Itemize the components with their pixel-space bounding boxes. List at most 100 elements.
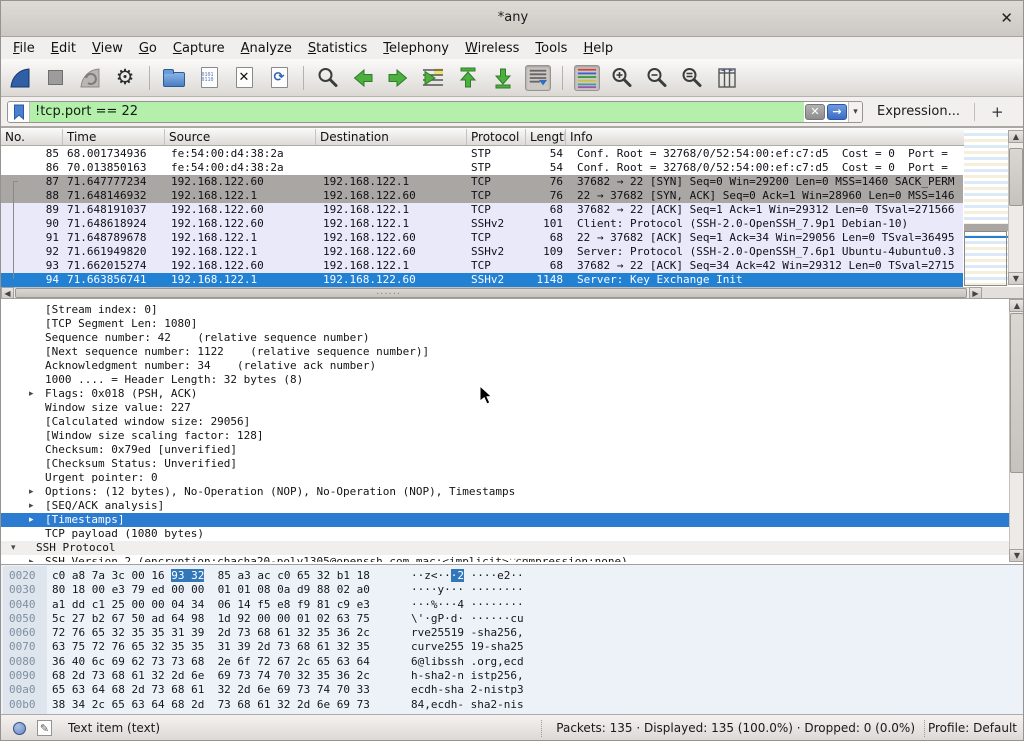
capture-comment-icon[interactable]: ✎ xyxy=(37,720,52,736)
detail-line[interactable]: Checksum: 0x79ed [unverified] xyxy=(1,443,1024,457)
menu-telephony[interactable]: Telephony xyxy=(375,39,457,58)
packet-list-vthumb[interactable] xyxy=(1009,148,1023,206)
go-to-packet-icon[interactable] xyxy=(420,65,446,91)
save-file-icon[interactable]: 0101 0110 xyxy=(196,65,222,91)
detail-line[interactable]: Sequence number: 42 (relative sequence n… xyxy=(1,331,1024,345)
packet-row[interactable]: 9071.648618924192.168.122.60192.168.122.… xyxy=(1,217,963,231)
first-packet-icon[interactable] xyxy=(455,65,481,91)
detail-line[interactable]: [TCP Segment Len: 1080] xyxy=(1,317,1024,331)
menu-file[interactable]: File xyxy=(5,39,43,58)
find-packet-icon[interactable] xyxy=(315,65,341,91)
close-file-icon[interactable]: ✕ xyxy=(231,65,257,91)
scroll-up-icon[interactable]: ▲ xyxy=(1008,130,1024,143)
detail-line[interactable]: [Checksum Status: Unverified] xyxy=(1,457,1024,471)
detail-line[interactable]: [Calculated window size: 29056] xyxy=(1,415,1024,429)
detail-line[interactable]: Acknowledgment number: 34 (relative ack … xyxy=(1,359,1024,373)
detail-line[interactable]: Window size value: 227 xyxy=(1,401,1024,415)
packet-row-selected[interactable]: 9471.663856741192.168.122.1192.168.122.6… xyxy=(1,273,963,287)
packet-row[interactable]: 8670.013850163fe:54:00:d4:38:2aSTP54Conf… xyxy=(1,161,963,175)
filter-input[interactable] xyxy=(30,102,804,122)
zoom-100-icon[interactable] xyxy=(679,65,705,91)
last-packet-icon[interactable] xyxy=(490,65,516,91)
reload-file-icon[interactable]: ⟳ xyxy=(266,65,292,91)
detail-line-seqack[interactable]: ▸[SEQ/ACK analysis] xyxy=(1,499,1024,513)
next-packet-icon[interactable] xyxy=(385,65,411,91)
packet-list-header: No. Time Source Destination Protocol Len… xyxy=(1,128,1024,146)
packet-row[interactable]: 8971.648191037192.168.122.60192.168.122.… xyxy=(1,203,963,217)
detail-line[interactable]: Urgent pointer: 0 xyxy=(1,471,1024,485)
colorize-packets-icon[interactable] xyxy=(574,65,600,91)
menu-tools[interactable]: Tools xyxy=(527,39,575,58)
details-vthumb[interactable] xyxy=(1010,313,1024,473)
menu-analyze[interactable]: Analyze xyxy=(233,39,300,58)
detail-line[interactable]: [Window size scaling factor: 128] xyxy=(1,429,1024,443)
hex-row[interactable]: 008036 40 6c 69 62 73 73 68 2e 6f 72 67 … xyxy=(1,655,1024,669)
packet-row[interactable]: 8771.647777234192.168.122.60192.168.122.… xyxy=(1,175,963,189)
detail-line-timestamps-selected[interactable]: ▸[Timestamps] xyxy=(1,513,1024,527)
col-time[interactable]: Time xyxy=(63,129,165,145)
detail-line[interactable]: [Next sequence number: 1122 (relative se… xyxy=(1,345,1024,359)
stop-capture-icon[interactable] xyxy=(42,65,68,91)
auto-scroll-icon[interactable] xyxy=(525,65,551,91)
menu-wireless[interactable]: Wireless xyxy=(457,39,527,58)
hex-row[interactable]: 00a065 63 64 68 2d 73 68 61 32 2d 6e 69 … xyxy=(1,683,1024,697)
resize-columns-icon[interactable] xyxy=(714,65,740,91)
packet-row[interactable]: 9271.661949820192.168.122.1192.168.122.6… xyxy=(1,245,963,259)
add-filter-button[interactable]: + xyxy=(985,103,1010,121)
col-source[interactable]: Source xyxy=(165,129,316,145)
detail-line[interactable]: 1000 .... = Header Length: 32 bytes (8) xyxy=(1,373,1024,387)
zoom-out-icon[interactable] xyxy=(644,65,670,91)
detail-line[interactable]: TCP payload (1080 bytes) xyxy=(1,527,1024,541)
col-no[interactable]: No. xyxy=(1,129,63,145)
scroll-up-icon[interactable]: ▲ xyxy=(1009,299,1024,312)
scroll-down-icon[interactable]: ▼ xyxy=(1008,272,1024,285)
expression-button[interactable]: Expression... xyxy=(877,104,960,119)
packet-row[interactable]: 9171.648789678192.168.122.1192.168.122.6… xyxy=(1,231,963,245)
detail-line-flags[interactable]: ▸Flags: 0x018 (PSH, ACK) xyxy=(1,387,1024,401)
hex-row[interactable]: 0020c0 a8 7a 3c 00 16 93 32 85 a3 ac c0 … xyxy=(1,569,1024,583)
pane-splitter-grip[interactable]: ······ xyxy=(509,559,534,563)
hex-row[interactable]: 003080 18 00 e3 79 ed 00 00 01 01 08 0a … xyxy=(1,583,1024,597)
scroll-down-icon[interactable]: ▼ xyxy=(1009,549,1024,562)
restart-capture-icon[interactable] xyxy=(77,65,103,91)
packet-details-pane: [Stream index: 0] [TCP Segment Len: 1080… xyxy=(1,298,1024,562)
menu-go[interactable]: Go xyxy=(131,39,165,58)
filter-bookmark-icon[interactable] xyxy=(8,102,30,122)
main-toolbar: ⚙ 0101 0110 ✕ ⟳ xyxy=(1,59,1024,97)
zoom-in-icon[interactable] xyxy=(609,65,635,91)
hex-row[interactable]: 00505c 27 b2 67 50 ad 64 98 1d 92 00 00 … xyxy=(1,612,1024,626)
packet-row[interactable]: 8871.648146932192.168.122.1192.168.122.6… xyxy=(1,189,963,203)
status-profile[interactable]: Profile: Default xyxy=(928,721,1017,735)
intelligent-scrollbar[interactable] xyxy=(964,130,1008,287)
hex-row[interactable]: 00b038 34 2c 65 63 64 68 2d 73 68 61 32 … xyxy=(1,698,1024,712)
pane-splitter-grip[interactable]: ······ xyxy=(376,293,401,297)
filter-dropdown-icon[interactable]: ▾ xyxy=(848,102,862,122)
menu-view[interactable]: View xyxy=(84,39,131,58)
packet-list-hthumb[interactable] xyxy=(15,288,967,298)
packet-row[interactable]: 8568.001734936fe:54:00:d4:38:2aSTP54Conf… xyxy=(1,147,963,161)
hex-row[interactable]: 009068 2d 73 68 61 32 2d 6e 69 73 74 70 … xyxy=(1,669,1024,683)
previous-packet-icon[interactable] xyxy=(350,65,376,91)
detail-line-options[interactable]: ▸Options: (12 bytes), No-Operation (NOP)… xyxy=(1,485,1024,499)
hex-row[interactable]: 007063 75 72 76 65 32 35 35 31 39 2d 73 … xyxy=(1,640,1024,654)
hex-row[interactable]: 0040a1 dd c1 25 00 00 04 34 06 14 f5 e8 … xyxy=(1,598,1024,612)
filter-clear-icon[interactable]: ✕ xyxy=(805,104,825,120)
col-protocol[interactable]: Protocol xyxy=(467,129,526,145)
col-destination[interactable]: Destination xyxy=(316,129,467,145)
col-length[interactable]: Length xyxy=(526,129,566,145)
menu-edit[interactable]: Edit xyxy=(43,39,84,58)
col-info[interactable]: Info xyxy=(566,129,1008,145)
hex-row[interactable]: 006072 76 65 32 35 35 31 39 2d 73 68 61 … xyxy=(1,626,1024,640)
capture-options-icon[interactable]: ⚙ xyxy=(112,65,138,91)
packet-row[interactable]: 9371.662015274192.168.122.60192.168.122.… xyxy=(1,259,963,273)
detail-line-ssh-protocol[interactable]: ▾SSH Protocol xyxy=(1,541,1024,555)
filter-apply-icon[interactable]: → xyxy=(827,104,847,120)
menu-statistics[interactable]: Statistics xyxy=(300,39,375,58)
expert-info-icon[interactable] xyxy=(13,722,26,735)
menu-capture[interactable]: Capture xyxy=(165,39,233,58)
start-capture-icon[interactable] xyxy=(7,65,33,91)
close-icon[interactable]: ✕ xyxy=(1000,9,1013,27)
detail-line[interactable]: [Stream index: 0] xyxy=(1,303,1024,317)
menu-help[interactable]: Help xyxy=(575,39,621,58)
open-file-icon[interactable] xyxy=(161,65,187,91)
